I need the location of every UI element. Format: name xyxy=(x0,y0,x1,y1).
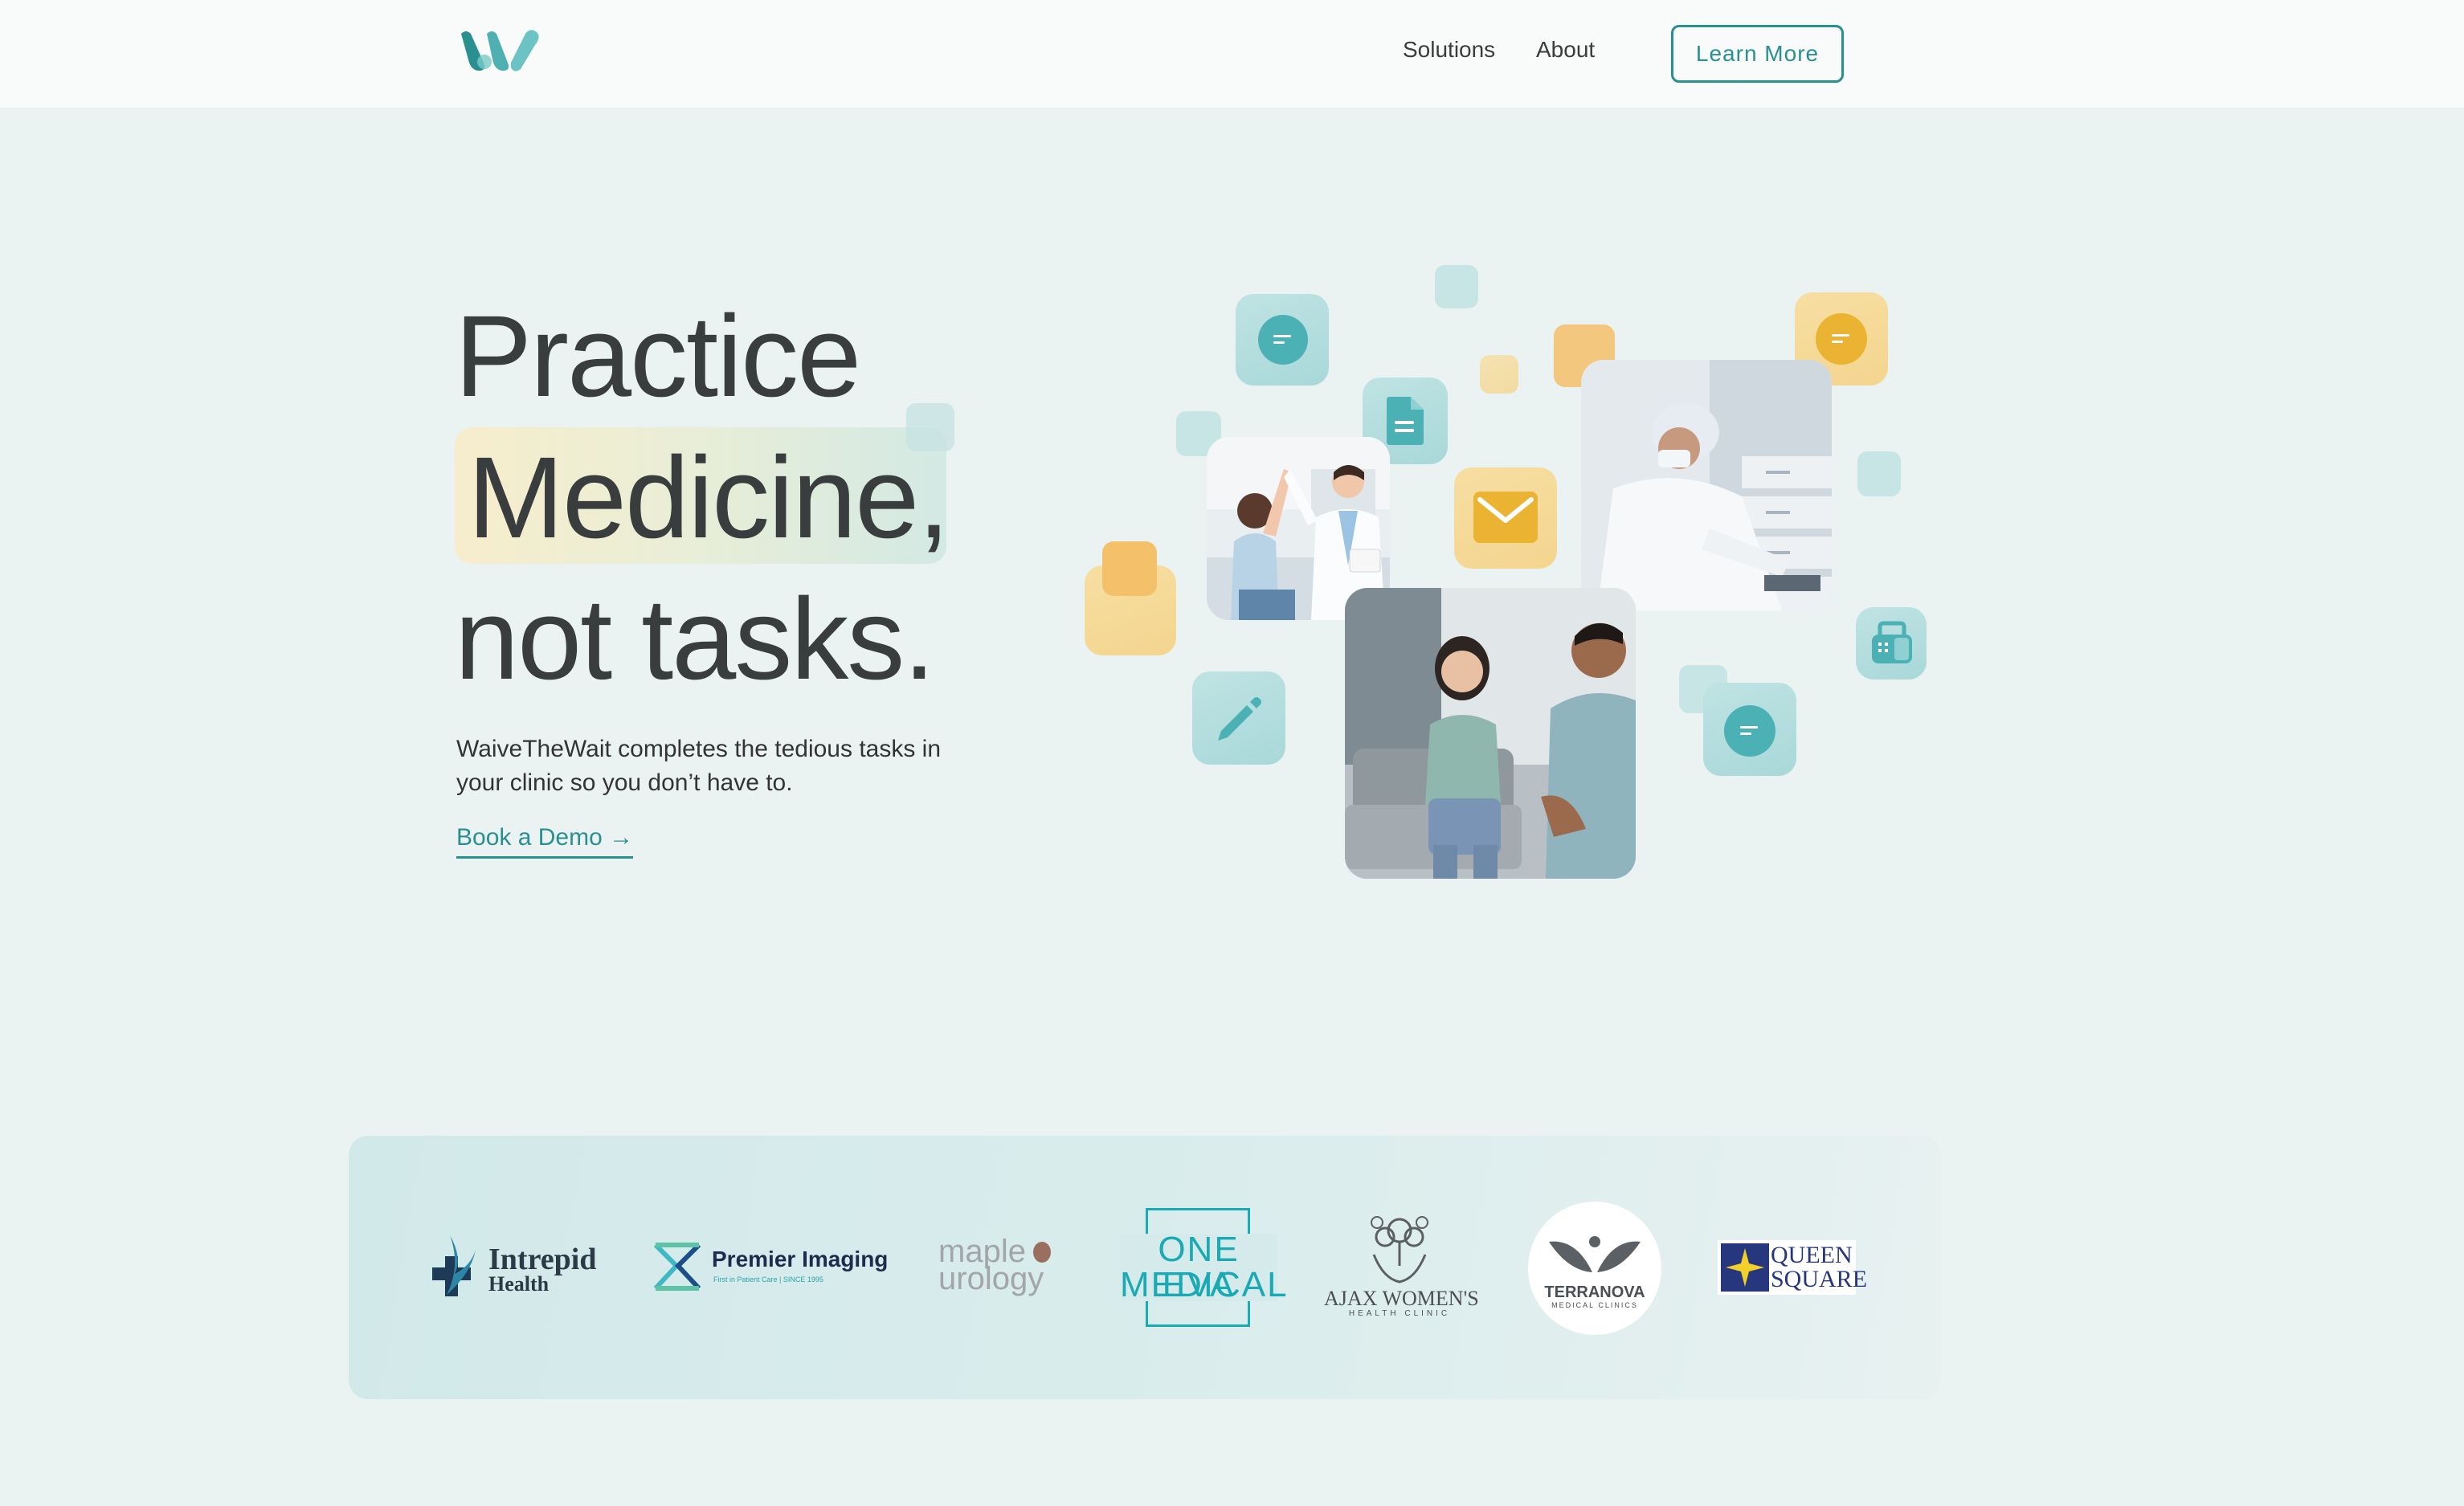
queen-square-star-icon xyxy=(1721,1243,1769,1292)
one-eva-line2: MEDICAL xyxy=(1120,1265,1289,1304)
maple-urology-logo: maple urology xyxy=(938,1235,1059,1296)
terranova-logo: TERRANOVA MEDICAL CLINICS xyxy=(1528,1202,1661,1335)
photo-patient-consultation xyxy=(1345,588,1636,879)
waivethewait-logo[interactable] xyxy=(455,24,546,76)
fax-icon xyxy=(1872,621,1912,663)
terranova-name: TERRANOVA xyxy=(1544,1284,1645,1301)
terranova-sub: MEDICAL CLINICS xyxy=(1551,1301,1638,1309)
pencil-tile xyxy=(1192,671,1285,765)
decorative-square xyxy=(1480,355,1518,394)
book-demo-link[interactable]: Book a Demo → xyxy=(456,824,634,859)
chat-tile xyxy=(1703,683,1796,776)
one-eva-medical-logo: ONE EVA MEDICAL xyxy=(1120,1208,1289,1327)
decorative-square xyxy=(1857,451,1901,496)
pencil-icon xyxy=(1218,697,1261,741)
queen-line2: SQUARE xyxy=(1771,1266,1868,1292)
premier-tagline: First in Patient Care | SINCE 1995 xyxy=(713,1275,823,1284)
learn-more-button[interactable]: Learn More xyxy=(1671,25,1844,83)
maple-line2: urology xyxy=(938,1261,1044,1296)
hero-subtitle: WaiveTheWait completes the tedious tasks… xyxy=(456,736,942,796)
premier-mark-icon xyxy=(653,1243,701,1291)
decorative-square xyxy=(1435,265,1478,308)
ajax-womens-health-logo: AJAX WOMEN'S HEALTH CLINIC xyxy=(1324,1213,1479,1322)
nav-about[interactable]: About xyxy=(1536,37,1595,63)
ajax-name: AJAX WOMEN'S xyxy=(1324,1287,1479,1310)
mail-icon xyxy=(1473,492,1538,543)
premier-name: Premier Imaging xyxy=(712,1247,889,1271)
queen-square-logo: QUEEN SQUARE xyxy=(1718,1240,1867,1295)
intrepid-mark-icon xyxy=(432,1235,476,1296)
chat-tile xyxy=(1236,294,1329,386)
flower-hands-icon xyxy=(1371,1216,1428,1284)
headline-line-2: Medicine, xyxy=(468,433,950,562)
chat-bubble-icon xyxy=(1816,313,1867,365)
fax-tile xyxy=(1856,607,1927,680)
headline-line-1: Practice xyxy=(455,292,861,421)
chat-bubble-icon xyxy=(1258,315,1308,365)
maple-leaf-icon xyxy=(1033,1242,1051,1263)
ajax-sub: HEALTH CLINIC xyxy=(1348,1309,1451,1318)
headline-line-3: not tasks. xyxy=(455,574,935,704)
decorative-square xyxy=(1102,541,1157,596)
intrepid-health-logo: Intrepid Health xyxy=(431,1234,607,1301)
premier-imaging-logo: Premier Imaging First in Patient Care | … xyxy=(652,1242,888,1293)
terranova-leaves-icon xyxy=(1549,1236,1641,1272)
nav-solutions[interactable]: Solutions xyxy=(1403,37,1495,63)
intrepid-sub: Health xyxy=(488,1272,550,1296)
queen-line1: QUEEN xyxy=(1771,1242,1853,1268)
chat-bubble-icon xyxy=(1724,705,1775,757)
mail-tile xyxy=(1454,467,1557,569)
photo-lab-technician xyxy=(1581,360,1832,610)
document-icon xyxy=(1387,397,1424,445)
site-header: Solutions About Learn More xyxy=(0,0,2464,108)
